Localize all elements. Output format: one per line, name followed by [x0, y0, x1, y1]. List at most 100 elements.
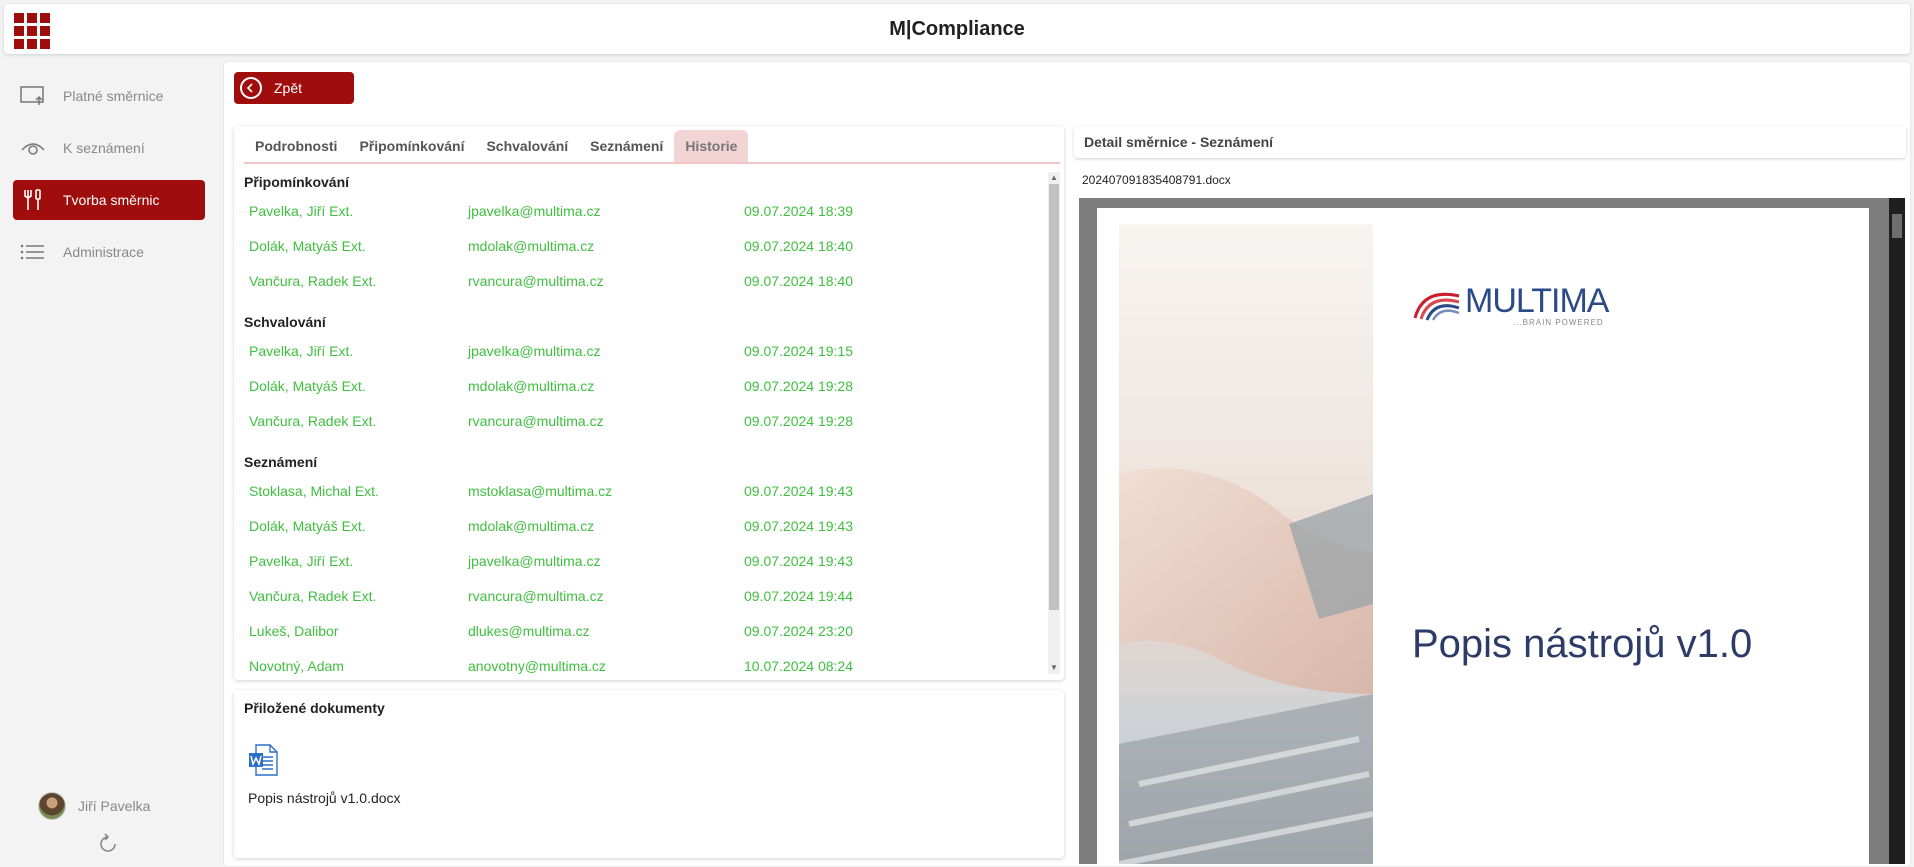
scroll-up-icon[interactable]: ▲ — [1048, 172, 1060, 184]
main-content: Zpět Podrobnosti Připomínkování Schvalov… — [224, 62, 1910, 866]
tab-seznameni[interactable]: Seznámení — [579, 130, 674, 162]
table-row: Dolák, Matyáš Ext. mdolak@multima.cz 09.07… — [234, 378, 1054, 402]
attachments-title: Přiložené dokumenty — [244, 700, 385, 716]
sidebar: Platné směrnice K seznámení Tvorba směrn… — [0, 64, 218, 864]
scrollbar-thumb[interactable] — [1892, 214, 1902, 238]
row-name: Vančura, Radek Ext. — [249, 588, 377, 604]
row-name: Vančura, Radek Ext. — [249, 273, 377, 289]
history-panel: Podrobnosti Připomínkování Schvalování S… — [234, 126, 1064, 680]
sidebar-item-label: Tvorba směrnic — [63, 192, 160, 208]
sidebar-item-tvorba-smernic[interactable]: Tvorba směrnic — [13, 180, 205, 220]
row-email: jpavelka@multima.cz — [468, 553, 601, 569]
row-date: 09.07.2024 19:44 — [744, 588, 853, 604]
row-name: Stoklasa, Michal Ext. — [249, 483, 379, 499]
sidebar-item-platne-smernice[interactable]: Platné směrnice — [13, 76, 205, 116]
row-date: 09.07.2024 18:40 — [744, 238, 853, 254]
table-row: Pavelka, Jiří Ext. jpavelka@multima.cz 09.… — [234, 203, 1054, 227]
row-email: jpavelka@multima.cz — [468, 203, 601, 219]
scrollbar-thumb[interactable] — [1049, 184, 1059, 610]
row-email: mdolak@multima.cz — [468, 238, 595, 254]
document-title: Popis nástrojů v1.0 — [1412, 622, 1753, 666]
tools-icon — [19, 188, 47, 212]
logo-text: MULTIMA — [1465, 282, 1609, 320]
row-date: 09.07.2024 19:43 — [744, 483, 853, 499]
history-list[interactable]: Připomínkování Pavelka, Jiří Ext. jpavelk… — [234, 170, 1054, 676]
hand-card-image — [1119, 224, 1373, 864]
tab-bar: Podrobnosti Připomínkování Schvalování S… — [244, 130, 1060, 164]
row-name: Lukeš, Dalibor — [249, 623, 339, 639]
detail-header: Detail směrnice - Seznámení — [1074, 126, 1906, 158]
row-date: 09.07.2024 19:15 — [744, 343, 853, 359]
scroll-down-icon[interactable]: ▼ — [1048, 662, 1060, 674]
row-name: Vančura, Radek Ext. — [249, 413, 377, 429]
row-date: 09.07.2024 19:43 — [744, 553, 853, 569]
document-viewer[interactable]: MULTIMA ...BRAIN POWERED Popis nástrojů … — [1079, 198, 1905, 864]
document-page: MULTIMA ...BRAIN POWERED Popis nástrojů … — [1097, 208, 1869, 864]
row-name: Dolák, Matyáš Ext. — [249, 238, 366, 254]
row-date: 09.07.2024 18:40 — [744, 273, 853, 289]
table-row: Pavelka, Jiří Ext. jpavelka@multima.cz 09.… — [234, 553, 1054, 577]
row-email: rvancura@multima.cz — [468, 413, 604, 429]
detail-title: Detail směrnice - Seznámení — [1084, 134, 1274, 150]
app-header: M|Compliance — [4, 4, 1910, 54]
tab-schvalovani[interactable]: Schvalování — [475, 130, 579, 162]
multima-logo: MULTIMA ...BRAIN POWERED — [1413, 282, 1609, 327]
sidebar-item-label: Platné směrnice — [63, 88, 164, 104]
row-email: mdolak@multima.cz — [468, 518, 595, 534]
row-date: 09.07.2024 19:43 — [744, 518, 853, 534]
avatar — [38, 792, 66, 820]
attachment-file-name[interactable]: Popis nástrojů v1.0.docx — [248, 790, 401, 806]
preview-file-name: 202407091835408791.docx — [1082, 173, 1231, 187]
back-button-label: Zpět — [274, 80, 303, 96]
sidebar-item-label: Administrace — [63, 244, 144, 260]
table-row: Vančura, Radek Ext. rvancura@multima.cz 09… — [234, 273, 1054, 297]
table-row: Stoklasa, Michal Ext. mstoklasa@multima.c… — [234, 483, 1054, 507]
table-row: Vančura, Radek Ext. rvancura@multima.cz 09… — [234, 588, 1054, 612]
row-date: 09.07.2024 19:28 — [744, 413, 853, 429]
attachments-panel: Přiložené dokumenty Popis nástrojů v1.0.… — [234, 690, 1064, 858]
section-title: Schvalování — [244, 314, 326, 330]
eye-icon — [19, 136, 47, 160]
row-name: Novotný, Adam — [249, 658, 344, 674]
tab-podrobnosti[interactable]: Podrobnosti — [244, 130, 348, 162]
word-document-icon[interactable] — [248, 744, 278, 776]
table-row: Dolák, Matyáš Ext. mdolak@multima.cz 09.07… — [234, 238, 1054, 262]
row-name: Dolák, Matyáš Ext. — [249, 378, 366, 394]
list-icon — [19, 240, 47, 264]
table-row: Novotný, Adam anovotny@multima.cz 10.07.20… — [234, 658, 1054, 676]
row-email: rvancura@multima.cz — [468, 273, 604, 289]
row-email: anovotny@multima.cz — [468, 658, 606, 674]
table-row: Pavelka, Jiří Ext. jpavelka@multima.cz 09.… — [234, 343, 1054, 367]
sidebar-item-label: K seznámení — [63, 140, 145, 156]
tab-pripominkovani[interactable]: Připomínkování — [348, 130, 475, 162]
row-date: 09.07.2024 23:20 — [744, 623, 853, 639]
row-email: mdolak@multima.cz — [468, 378, 595, 394]
row-email: jpavelka@multima.cz — [468, 343, 601, 359]
table-row: Lukeš, Dalibor dlukes@multima.cz 09.07.202… — [234, 623, 1054, 647]
sidebar-item-k-seznameni[interactable]: K seznámení — [13, 128, 205, 168]
monitor-upload-icon — [19, 84, 47, 108]
row-email: dlukes@multima.cz — [468, 623, 590, 639]
back-button[interactable]: Zpět — [234, 72, 354, 104]
row-name: Dolák, Matyáš Ext. — [249, 518, 366, 534]
section-title: Připomínkování — [244, 174, 350, 190]
row-date: 09.07.2024 18:39 — [744, 203, 853, 219]
viewer-scrollbar[interactable] — [1889, 198, 1905, 864]
row-date: 09.07.2024 19:28 — [744, 378, 853, 394]
row-date: 10.07.2024 08:24 — [744, 658, 853, 674]
user-name: Jiří Pavelka — [78, 798, 151, 814]
history-scrollbar[interactable]: ▲ ▼ — [1048, 172, 1060, 674]
user-profile[interactable]: Jiří Pavelka — [38, 792, 150, 820]
refresh-icon[interactable] — [96, 832, 120, 856]
chevron-left-icon — [240, 77, 262, 99]
row-name: Pavelka, Jiří Ext. — [249, 343, 354, 359]
sidebar-item-administrace[interactable]: Administrace — [13, 232, 205, 272]
app-title: M|Compliance — [889, 18, 1025, 40]
table-row: Vančura, Radek Ext. rvancura@multima.cz 09… — [234, 413, 1054, 437]
row-name: Pavelka, Jiří Ext. — [249, 553, 354, 569]
tab-historie[interactable]: Historie — [674, 130, 749, 162]
row-email: mstoklasa@multima.cz — [468, 483, 613, 499]
table-row: Dolák, Matyáš Ext. mdolak@multima.cz 09.07… — [234, 518, 1054, 542]
logo-tagline: ...BRAIN POWERED — [1513, 318, 1604, 327]
row-name: Pavelka, Jiří Ext. — [249, 203, 354, 219]
